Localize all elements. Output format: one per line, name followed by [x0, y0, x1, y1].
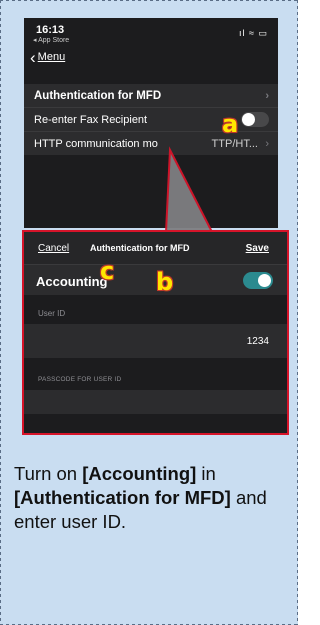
user-id-label: User ID — [38, 309, 66, 318]
sheet-title: Authentication for MFD — [90, 243, 190, 253]
accounting-label: Accounting — [36, 274, 108, 289]
callout-badge-c: c — [100, 257, 115, 285]
passcode-label: PASSCODE FOR USER ID — [38, 376, 122, 383]
instruction-part: Turn on — [14, 463, 83, 484]
callout-badge-a: a — [222, 110, 239, 138]
instruction-authentication: [Authentication for MFD] — [14, 487, 231, 508]
instruction-text: Turn on [Accounting] in [Authentication … — [14, 462, 294, 534]
authentication-sheet: Cancel Authentication for MFD Save Accou… — [22, 230, 289, 435]
user-id-field[interactable]: 1234 — [24, 324, 287, 358]
cancel-button[interactable]: Cancel — [38, 243, 69, 254]
sheet-header: Cancel Authentication for MFD Save — [24, 232, 287, 265]
save-button[interactable]: Save — [246, 243, 269, 254]
instruction-part: in — [196, 463, 216, 484]
passcode-field[interactable] — [24, 390, 287, 414]
callout-badge-b: b — [156, 268, 174, 296]
instruction-accounting: [Accounting] — [82, 463, 197, 484]
user-id-value: 1234 — [246, 336, 269, 347]
accounting-toggle[interactable] — [243, 272, 273, 289]
